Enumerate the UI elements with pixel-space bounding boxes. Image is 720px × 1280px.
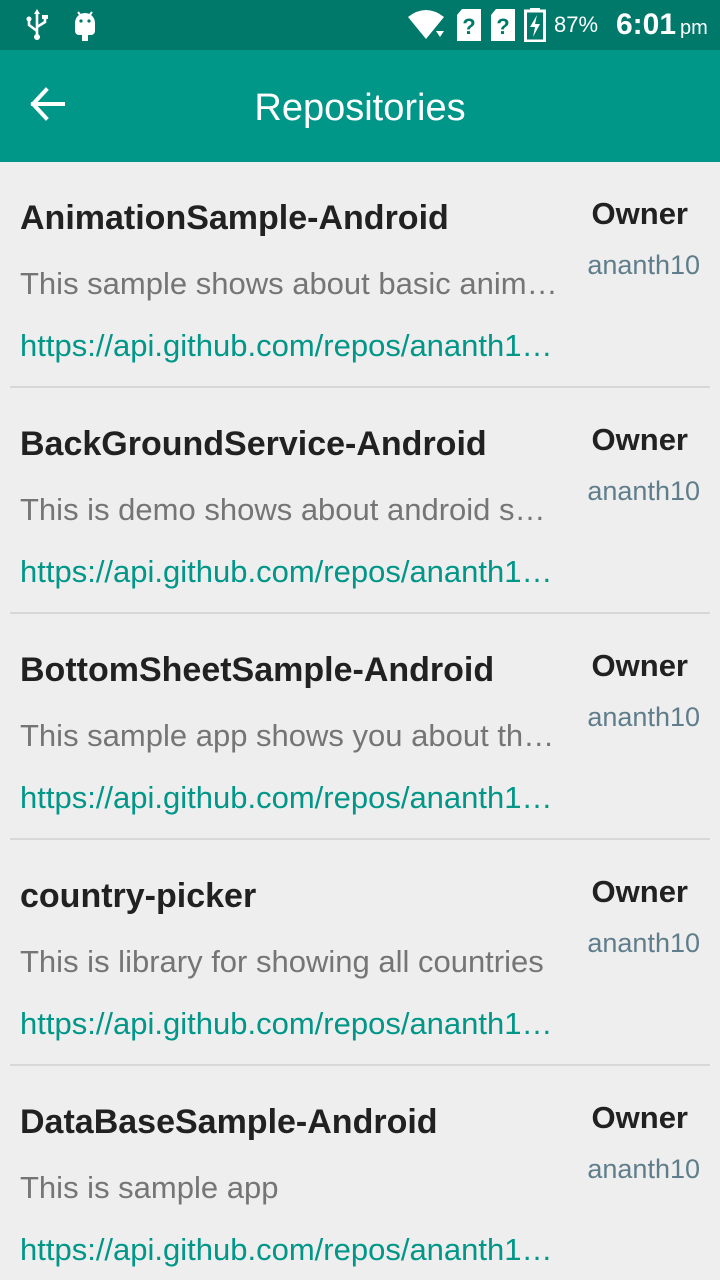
repo-description: This is sample app	[20, 1170, 279, 1205]
repo-description: This sample app shows you about the bott…	[20, 718, 562, 753]
repo-list: AnimationSample-Android This sample show…	[0, 162, 720, 1280]
clock-time: 6:01	[616, 8, 677, 41]
wifi-icon	[406, 8, 446, 42]
owner-label: Owner	[591, 1100, 688, 1135]
owner-label: Owner	[591, 648, 688, 683]
repo-url-link[interactable]: https://api.github.com/repos/ananth10/An…	[20, 328, 562, 364]
page-title: Repositories	[254, 87, 466, 129]
list-item[interactable]: country-picker This is library for showi…	[10, 840, 710, 1066]
repo-name: AnimationSample-Android	[20, 199, 449, 237]
list-item[interactable]: AnimationSample-Android This sample show…	[10, 162, 710, 388]
list-item[interactable]: DataBaseSample-Android This is sample ap…	[10, 1066, 710, 1280]
owner-name: ananth10	[587, 928, 700, 958]
android-debug-icon	[72, 8, 98, 42]
repo-url-link[interactable]: https://api.github.com/repos/ananth10/Bo…	[20, 780, 562, 816]
battery-percentage: 87%	[554, 12, 599, 37]
status-bar: ? ? 87% 6:01 pm	[0, 0, 720, 50]
list-item[interactable]: BackGroundService-Android This is demo s…	[10, 388, 710, 614]
svg-text:?: ?	[496, 14, 509, 39]
repo-description: This is demo shows about android service	[20, 492, 562, 527]
app-bar: Repositories	[0, 50, 720, 162]
sim-unknown-icon: ?	[490, 8, 516, 42]
owner-name: ananth10	[587, 1154, 700, 1184]
repo-url-link[interactable]: https://api.github.com/repos/ananth10/Da…	[20, 1232, 562, 1268]
owner-name: ananth10	[587, 476, 700, 506]
repo-url-link[interactable]: https://api.github.com/repos/ananth10/Ba…	[20, 554, 562, 590]
list-item[interactable]: BottomSheetSample-Android This sample ap…	[10, 614, 710, 840]
owner-name: ananth10	[587, 250, 700, 280]
owner-label: Owner	[591, 874, 688, 909]
owner-name: ananth10	[587, 702, 700, 732]
usb-icon	[24, 8, 50, 42]
repo-name: BottomSheetSample-Android	[20, 651, 495, 689]
repo-name: country-picker	[20, 877, 257, 915]
repo-description: This sample shows about basic animations	[20, 266, 562, 301]
battery-charging-icon	[524, 8, 546, 42]
owner-label: Owner	[591, 422, 688, 457]
repo-description: This is library for showing all countrie…	[20, 944, 544, 979]
owner-label: Owner	[591, 196, 688, 231]
repo-url-link[interactable]: https://api.github.com/repos/ananth10/co…	[20, 1006, 562, 1042]
repo-name: DataBaseSample-Android	[20, 1103, 438, 1141]
clock-ampm: pm	[680, 17, 708, 39]
sim-unknown-icon: ?	[456, 8, 482, 42]
repo-name: BackGroundService-Android	[20, 425, 487, 463]
clock: 6:01 pm	[616, 8, 708, 42]
svg-text:?: ?	[462, 14, 475, 39]
